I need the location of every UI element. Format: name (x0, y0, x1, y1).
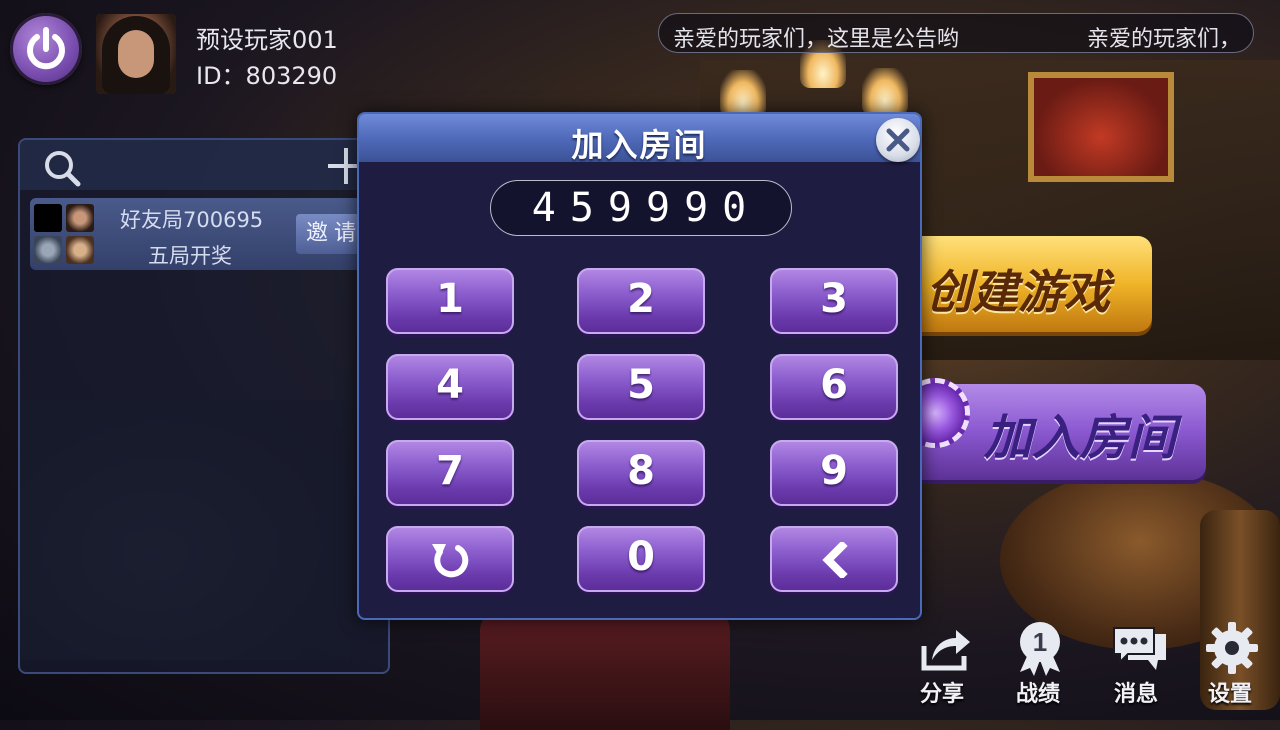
key-4-label: 4 (436, 362, 464, 408)
announcement-text: 亲爱的玩家们，这里是公告哟 (673, 27, 960, 52)
announcement-ticker: 亲爱的玩家们，这里是公告哟 亲爱的玩家们， (658, 13, 1254, 53)
key-9[interactable]: 9 (770, 440, 898, 506)
friend-panel-header (20, 140, 388, 190)
key-7-label: 7 (436, 448, 464, 494)
key-0[interactable]: 0 (577, 526, 705, 592)
key-backspace[interactable] (770, 526, 898, 592)
background-lamp (862, 68, 908, 116)
key-6-label: 6 (820, 362, 848, 408)
key-3[interactable]: 3 (770, 268, 898, 334)
room-subtitle: 五局开奖 (148, 244, 232, 268)
nav-settings-label: 设置 (1207, 682, 1252, 707)
message-icon (1113, 627, 1166, 670)
announcement-text-repeat: 亲爱的玩家们， (1087, 27, 1242, 52)
join-room-dialog: 加入房间 459990 1 2 3 4 5 6 7 8 9 0 (357, 112, 922, 620)
power-button[interactable] (10, 13, 82, 85)
background-poster (1028, 72, 1174, 182)
share-icon (921, 630, 970, 671)
create-game-label: 创建游戏 (926, 265, 1110, 319)
nav-share[interactable]: 分享 (902, 620, 982, 710)
record-badge-icon: 1 (1020, 622, 1060, 676)
dialog-title: 加入房间 (571, 126, 708, 164)
backspace-icon (822, 542, 848, 578)
search-icon[interactable] (42, 148, 82, 188)
member-avatar (66, 236, 94, 264)
key-6[interactable]: 6 (770, 354, 898, 420)
key-7[interactable]: 7 (386, 440, 514, 506)
key-0-label: 0 (627, 534, 655, 580)
key-2-label: 2 (627, 276, 655, 322)
room-code-value: 459990 (531, 185, 761, 231)
nav-records-label: 战绩 (1015, 682, 1060, 707)
player-id: ID：803290 (196, 62, 338, 90)
key-3-label: 3 (820, 276, 848, 322)
member-avatar (34, 204, 62, 232)
dialog-header: 加入房间 (359, 114, 920, 164)
key-4[interactable]: 4 (386, 354, 514, 420)
key-8[interactable]: 8 (577, 440, 705, 506)
room-title: 好友局700695 (120, 208, 264, 232)
member-avatar (34, 236, 62, 264)
background-character (480, 610, 730, 730)
room-code-display: 459990 (490, 180, 792, 236)
nav-settings[interactable]: 设置 (1190, 620, 1270, 710)
record-badge-count: 1 (1033, 627, 1047, 657)
background-lamp (720, 70, 766, 118)
nav-share-label: 分享 (919, 682, 964, 707)
friend-room-item[interactable]: 好友局700695 五局开奖 邀请 (30, 198, 380, 270)
power-icon (27, 27, 65, 70)
key-9-label: 9 (820, 448, 848, 494)
player-avatar[interactable] (96, 14, 176, 94)
member-avatar (66, 204, 94, 232)
friend-room-panel: 好友局700695 五局开奖 邀请 (18, 138, 390, 674)
key-1-label: 1 (436, 276, 464, 322)
key-8-label: 8 (627, 448, 655, 494)
gear-icon (1206, 622, 1258, 674)
nav-records[interactable]: 1 战绩 (998, 620, 1078, 710)
player-name: 预设玩家001 (196, 26, 338, 54)
key-2[interactable]: 2 (577, 268, 705, 334)
nav-messages[interactable]: 消息 (1096, 620, 1176, 710)
reset-icon (432, 544, 469, 578)
nav-messages-label: 消息 (1113, 682, 1158, 707)
key-5[interactable]: 5 (577, 354, 705, 420)
close-button[interactable] (876, 118, 920, 162)
key-1[interactable]: 1 (386, 268, 514, 334)
close-icon (886, 128, 910, 152)
join-room-label: 加入房间 (984, 410, 1177, 466)
key-reset[interactable] (386, 526, 514, 592)
key-5-label: 5 (627, 362, 655, 408)
